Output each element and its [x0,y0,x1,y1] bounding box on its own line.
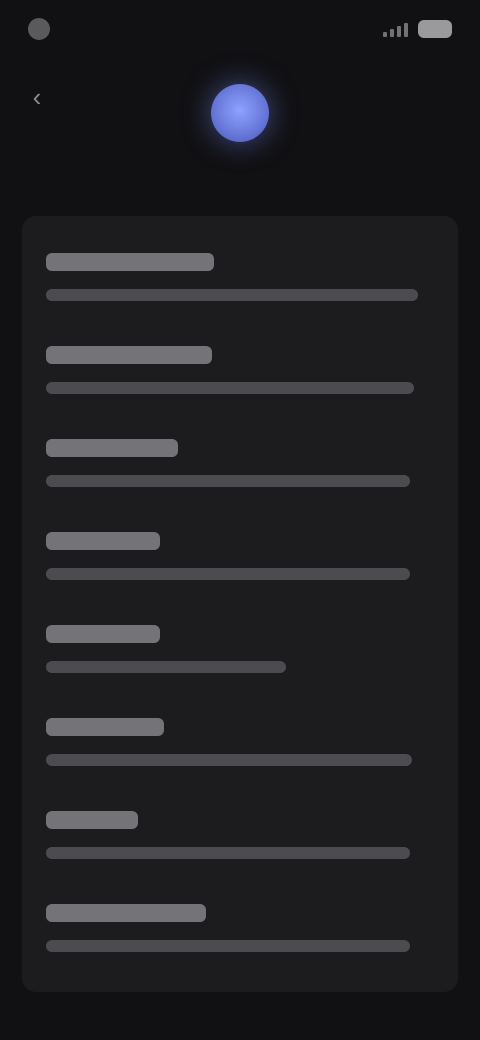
status-bar [28,14,452,44]
settings-item-title [46,438,434,461]
settings-item-title-placeholder [46,252,214,271]
settings-item-description-placeholder [46,288,418,301]
settings-item[interactable] [22,788,458,881]
status-right [383,20,452,38]
settings-item-title-placeholder [46,810,138,829]
settings-item-description-placeholder [46,381,414,394]
settings-item[interactable] [22,881,458,974]
settings-item-description [46,368,434,394]
settings-item-description [46,740,434,766]
settings-item[interactable] [22,323,458,416]
settings-item-title-placeholder [46,717,164,736]
settings-item-title [46,903,434,926]
profile-header [0,84,480,186]
signal-icon [383,21,408,37]
settings-item-description-placeholder [46,474,410,487]
settings-item[interactable] [22,416,458,509]
settings-item-title-placeholder [46,345,212,364]
settings-item[interactable] [22,230,458,323]
settings-list [22,216,458,992]
settings-item-title [46,531,434,554]
settings-item-description-placeholder [46,660,286,673]
settings-item-description-placeholder [46,846,410,859]
settings-item-title [46,345,434,368]
battery-icon [418,20,452,38]
settings-item-title-placeholder [46,624,160,643]
settings-item-description [46,647,434,673]
settings-item-description-placeholder [46,939,410,952]
settings-item-title [46,717,434,740]
settings-item-description [46,275,434,301]
settings-item[interactable] [22,509,458,602]
settings-screen: ‹ [0,0,480,1040]
settings-item[interactable] [22,602,458,695]
settings-item-title [46,252,434,275]
avatar[interactable] [211,84,269,142]
settings-item-description [46,926,434,952]
settings-item-description [46,833,434,859]
status-left [28,18,60,40]
settings-item-title-placeholder [46,438,178,457]
settings-item-title-placeholder [46,531,160,550]
settings-item-title-placeholder [46,903,206,922]
settings-item-title [46,624,434,647]
settings-item-description [46,461,434,487]
settings-item-description-placeholder [46,753,412,766]
notification-icon [28,18,50,40]
settings-item-description-placeholder [46,567,410,580]
settings-item[interactable] [22,695,458,788]
settings-item-title [46,810,434,833]
settings-item-description [46,554,434,580]
